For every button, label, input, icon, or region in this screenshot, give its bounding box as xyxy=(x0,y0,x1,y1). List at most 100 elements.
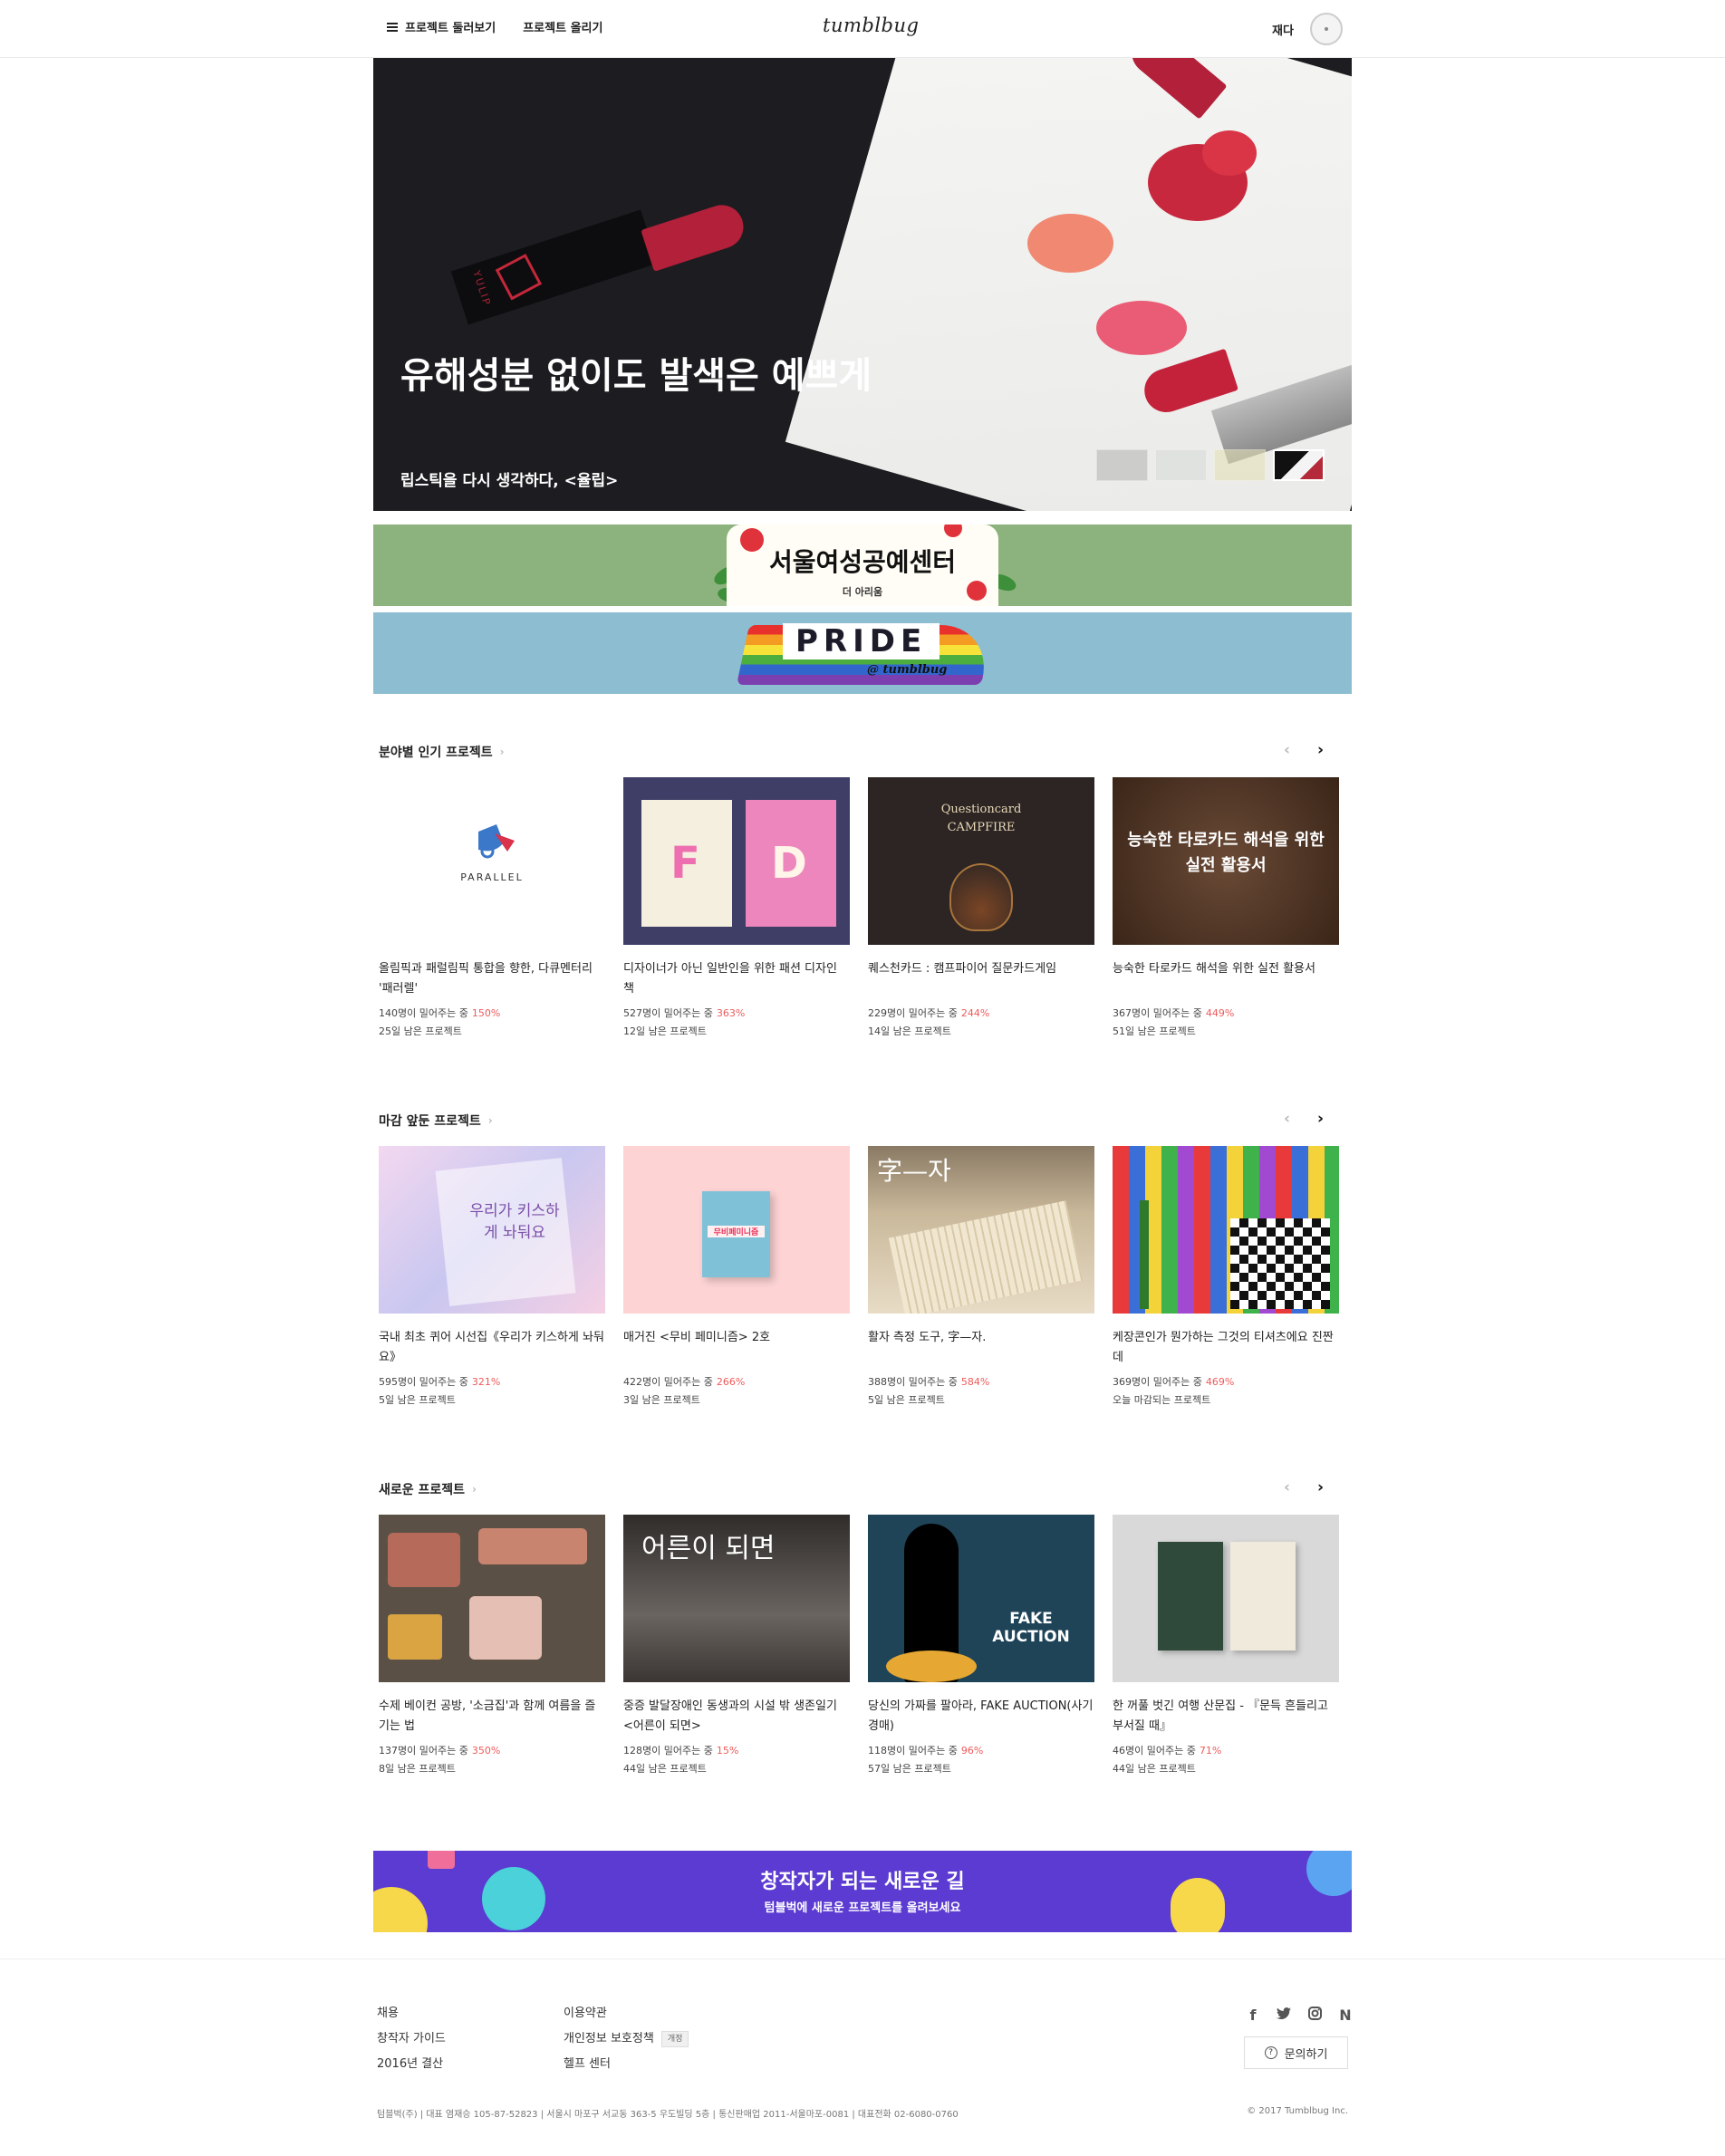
hero-subtitle[interactable]: 립스틱을 다시 생각하다, <율립> xyxy=(400,467,618,490)
carousel-prev-button[interactable]: ‹ xyxy=(1284,1478,1290,1497)
seoul-banner-sub: 더 아리움 xyxy=(842,586,883,598)
spotlight-image xyxy=(886,1651,977,1682)
fake-auction-title: FAKE AUCTION xyxy=(992,1610,1070,1646)
footer-link-terms[interactable]: 이용약관 xyxy=(564,2001,689,2026)
parallel-logo-text: PARALLEL xyxy=(460,871,524,883)
footer-links-policy: 이용약관 개인정보 보호정책 개정 헬프 센터 xyxy=(564,2001,689,2077)
carousel-prev-button[interactable]: ‹ xyxy=(1284,1110,1290,1128)
browse-projects-link[interactable]: 프로젝트 둘러보기 xyxy=(387,18,496,35)
footer-link-2016-review[interactable]: 2016년 결산 xyxy=(377,2052,446,2077)
instagram-icon[interactable] xyxy=(1306,2007,1324,2024)
contact-button[interactable]: ? 문의하기 xyxy=(1244,2036,1348,2069)
avatar[interactable] xyxy=(1309,13,1343,45)
hero-lipstick-logo xyxy=(495,254,543,301)
project-card[interactable]: 우리가 키스하게 놔둬요 국내 최초 퀴어 시선집《우리가 키스하게 놔둬요》 … xyxy=(379,1146,605,1410)
hero-carousel[interactable]: YULIP 유해성분 없이도 발색은 예쁘게 립스틱을 다시 생각하다, <율립… xyxy=(373,58,1352,511)
project-thumbnail xyxy=(1113,1515,1339,1682)
project-card[interactable]: 어른이 되면 중증 발달장애인 동생과의 시설 밖 생존일기 <어른이 되면> … xyxy=(623,1515,850,1778)
remaining-days: 57일 남은 프로젝트 xyxy=(868,1763,951,1775)
remaining-days: 5일 남은 프로젝트 xyxy=(868,1394,945,1406)
hero-slide-thumb-2[interactable] xyxy=(1155,449,1207,481)
remaining-days: 12일 남은 프로젝트 xyxy=(623,1025,707,1037)
hero-lipstick-smear xyxy=(1096,301,1187,355)
project-meta: 527명이 밀어주는 중 363% 12일 남은 프로젝트 xyxy=(623,1005,850,1041)
funding-percent: 449% xyxy=(1205,1007,1235,1019)
project-meta: 128명이 밀어주는 중 15% 44일 남은 프로젝트 xyxy=(623,1742,850,1778)
seoul-craft-banner[interactable]: 서울여성공예센터 더 아리움 xyxy=(373,525,1352,606)
palm-tree-image xyxy=(1140,1200,1149,1309)
section-title-text: 새로운 프로젝트 xyxy=(379,1483,466,1497)
twitter-icon[interactable] xyxy=(1275,2007,1293,2024)
hero-lipstick-smear xyxy=(1027,214,1113,273)
site-header: 프로젝트 둘러보기 프로젝트 올리기 tumblbug 재다 xyxy=(0,0,1725,58)
footer-link-careers[interactable]: 채용 xyxy=(377,2001,446,2026)
section-title[interactable]: 마감 앞둔 프로젝트 › xyxy=(379,1112,493,1130)
supporters-count: 422명이 밀어주는 중 xyxy=(623,1376,713,1388)
book-letter-f: F xyxy=(670,838,700,889)
hero-slide-thumb-3[interactable] xyxy=(1214,449,1266,481)
project-card[interactable]: 한 꺼풀 벗긴 여행 산문집 - 『문득 흔들리고 부서질 때』 46명이 밀어… xyxy=(1113,1515,1339,1778)
carousel-next-button[interactable]: › xyxy=(1317,1110,1324,1128)
project-card[interactable]: 무비페미니즘 매거진 <무비 페미니즘> 2호 422명이 밀어주는 중 266%… xyxy=(623,1146,850,1410)
project-card[interactable]: 字—자 활자 측정 도구, 字—자. 388명이 밀어주는 중 584% 5일 남… xyxy=(868,1146,1094,1410)
remaining-days: 3일 남은 프로젝트 xyxy=(623,1394,700,1406)
project-card-list: 수제 베이컨 공방, '소금집'과 함께 여름을 즐기는 법 137명이 밀어주… xyxy=(379,1515,1339,1778)
hero-lipstick-body: YULIP xyxy=(450,209,659,325)
project-card[interactable]: PARALLEL 올림픽과 패럴림픽 통합을 향한, 다큐멘터리 '패러렐' 1… xyxy=(379,777,605,1041)
book-cover-green xyxy=(1158,1542,1223,1651)
footer-link-privacy-label: 개인정보 보호정책 xyxy=(564,2032,654,2045)
project-card[interactable]: F D 디자이너가 아닌 일반인을 위한 패션 디자인 책 527명이 밀어주는… xyxy=(623,777,850,1041)
project-thumbnail: PARALLEL xyxy=(379,777,605,945)
project-card[interactable]: 수제 베이컨 공방, '소금집'과 함께 여름을 즐기는 법 137명이 밀어주… xyxy=(379,1515,605,1778)
project-thumbnail: 능숙한 타로카드 해석을 위한 실전 활용서 xyxy=(1113,777,1339,945)
campfire-cover-text: Questioncard CAMPFIRE xyxy=(940,803,1022,834)
section-title[interactable]: 새로운 프로젝트 › xyxy=(379,1480,477,1498)
hero-slide-thumbnails xyxy=(1096,449,1325,481)
project-card[interactable]: Questioncard CAMPFIRE 퀘스천카드 : 캠프파이어 질문카드… xyxy=(868,777,1094,1041)
project-card[interactable]: 능숙한 타로카드 해석을 위한 실전 활용서 능숙한 타로카드 해석을 위한 실… xyxy=(1113,777,1339,1041)
upload-project-label: 프로젝트 올리기 xyxy=(523,22,603,35)
book-cover-d: D xyxy=(746,800,836,927)
header-nav: 프로젝트 둘러보기 프로젝트 올리기 xyxy=(387,18,602,35)
upload-project-link[interactable]: 프로젝트 올리기 xyxy=(523,18,602,35)
bacon-image xyxy=(469,1596,542,1660)
become-creator-banner[interactable]: 창작자가 되는 새로운 길 텀블벅에 새로운 프로젝트를 올려보세요 xyxy=(373,1851,1352,1932)
hero-lipstick-bullet xyxy=(641,199,749,272)
site-footer: 채용 창작자 가이드 2016년 결산 이용약관 개인정보 보호정책 개정 헬프 … xyxy=(0,1959,1725,2156)
policy-revised-badge: 개정 xyxy=(660,2030,689,2047)
carousel-prev-button[interactable]: ‹ xyxy=(1284,741,1290,759)
project-card[interactable]: 케장콘인가 뭔가하는 그것의 티셔츠에요 진짠데 369명이 밀어주는 중 469… xyxy=(1113,1146,1339,1410)
hero-title[interactable]: 유해성분 없이도 발색은 예쁘게 xyxy=(400,351,908,401)
chevron-right-icon: › xyxy=(472,1483,477,1496)
carousel-next-button[interactable]: › xyxy=(1317,1478,1324,1497)
hero-slide-thumb-1[interactable] xyxy=(1096,449,1148,481)
funding-percent: 71% xyxy=(1199,1745,1222,1757)
project-title: 케장콘인가 뭔가하는 그것의 티셔츠에요 진짠데 xyxy=(1113,1331,1334,1364)
tumblbug-logo[interactable]: tumblbug xyxy=(823,14,919,36)
book-cover-cream xyxy=(1230,1542,1296,1651)
naver-icon[interactable]: N xyxy=(1336,2007,1354,2024)
queer-cover-text: 우리가 키스하게 놔둬요 xyxy=(469,1202,560,1242)
supporters-count: 388명이 밀어주는 중 xyxy=(868,1376,958,1388)
parallel-logo-icon: PARALLEL xyxy=(460,824,524,883)
copyright: © 2017 Tumblbug Inc. xyxy=(1247,2106,1348,2116)
project-title: 한 꺼풀 벗긴 여행 산문집 - 『문득 흔들리고 부서질 때』 xyxy=(1113,1699,1328,1733)
footer-link-privacy[interactable]: 개인정보 보호정책 개정 xyxy=(564,2026,689,2052)
pride-banner[interactable]: PRIDE @ tumblbug xyxy=(373,612,1352,694)
contact-button-label: 문의하기 xyxy=(1284,2047,1328,2062)
hero-slide-thumb-4[interactable] xyxy=(1273,449,1325,481)
chevron-right-icon: › xyxy=(499,746,505,758)
checker-pattern xyxy=(1230,1218,1330,1309)
remaining-days: 오늘 마감되는 프로젝트 xyxy=(1113,1394,1211,1406)
project-card[interactable]: FAKE AUCTION 당신의 가짜를 팔아라, FAKE AUCTION(사… xyxy=(868,1515,1094,1778)
footer-link-help[interactable]: 헬프 센터 xyxy=(564,2052,689,2077)
footer-link-creator-guide[interactable]: 창작자 가이드 xyxy=(377,2026,446,2052)
user-name[interactable]: 재다 xyxy=(1272,21,1294,38)
facebook-icon[interactable]: f xyxy=(1244,2007,1262,2024)
carousel-next-button[interactable]: › xyxy=(1317,741,1324,759)
project-title: 능숙한 타로카드 해석을 위한 실전 활용서 xyxy=(1113,962,1315,976)
carousel-arrows: ‹ › xyxy=(1284,1478,1324,1497)
project-meta: 422명이 밀어주는 중 266% 3일 남은 프로젝트 xyxy=(623,1373,850,1410)
project-title: 국내 최초 퀴어 시선집《우리가 키스하게 놔둬요》 xyxy=(379,1331,604,1364)
section-title[interactable]: 분야별 인기 프로젝트 › xyxy=(379,743,505,761)
